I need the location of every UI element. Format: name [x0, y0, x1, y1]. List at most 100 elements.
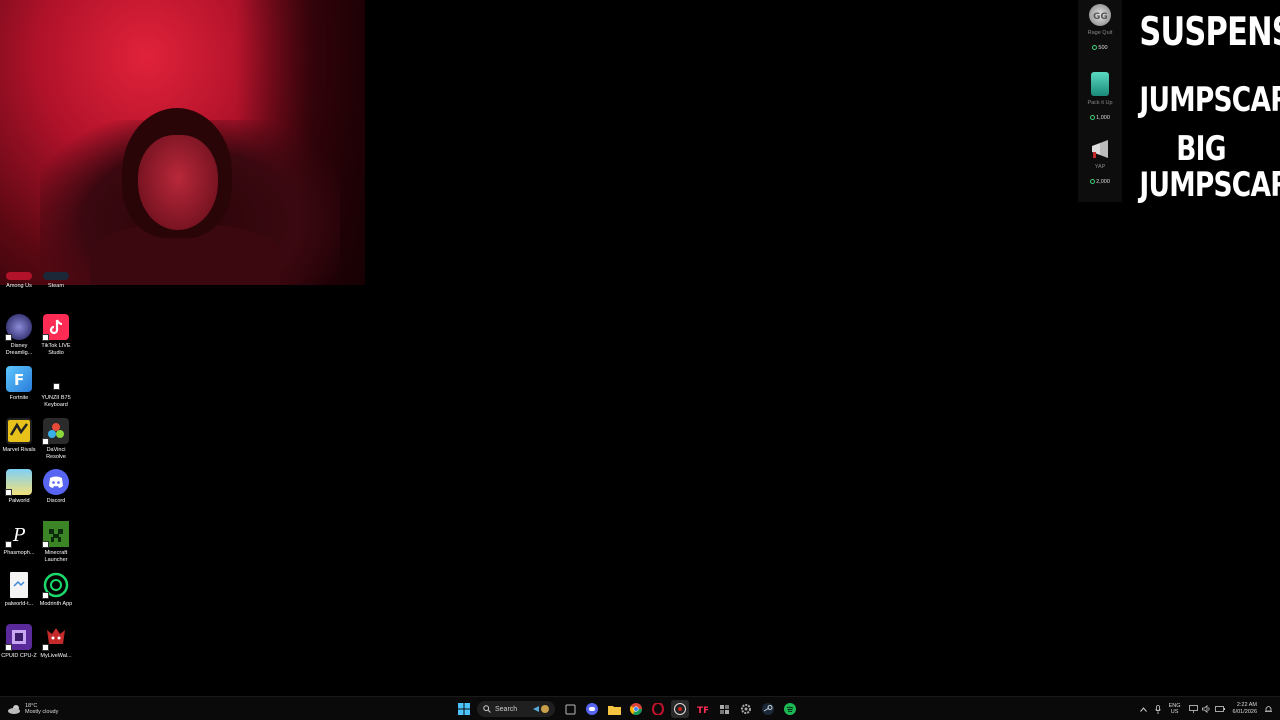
steam-icon — [43, 272, 69, 280]
settings-grid-icon — [719, 704, 729, 714]
clock-time: 2:22 AM — [1236, 702, 1257, 708]
microphone-icon — [1154, 704, 1161, 714]
reward-name: Rage Quit — [1087, 30, 1113, 36]
tiktok-live-icon — [42, 314, 69, 341]
taskbar-app-obs[interactable] — [671, 700, 689, 718]
taskbar-app-steam[interactable] — [759, 700, 777, 718]
bell-icon — [1265, 706, 1272, 712]
reward-rage-quit[interactable]: GG Rage Quit 500 — [1078, 4, 1122, 54]
desktop-icon-label: Disney Dreamlig... — [5, 343, 33, 356]
taskbar-app-spotify[interactable] — [781, 700, 799, 718]
phasmophobia-icon: P — [5, 521, 32, 548]
svg-text:P: P — [12, 525, 26, 546]
desktop-icon-marvel-rivals[interactable]: Marvel Rivals — [0, 418, 38, 454]
speaker-icon — [1201, 705, 1210, 713]
taskbar-app-discord[interactable] — [583, 700, 601, 718]
document-icon — [10, 572, 28, 598]
lang-bottom: US — [1170, 709, 1179, 715]
network-icon — [1188, 705, 1198, 713]
desktop-icon-disney-dreamlight[interactable]: Disney Dreamlig... — [0, 314, 38, 357]
chrome-icon — [630, 703, 642, 715]
search-icon — [483, 705, 491, 713]
reward-pack-it-up[interactable]: Pack it Up 1,000 — [1078, 72, 1122, 124]
davinci-resolve-icon — [42, 418, 69, 445]
reward-yap[interactable]: YAP 2,000 — [1078, 138, 1122, 188]
channel-points-icon — [1090, 115, 1096, 120]
taskbar-app-tiktok[interactable]: TF — [693, 700, 711, 718]
reward-name: Pack it Up — [1087, 100, 1113, 106]
cpuz-icon — [5, 624, 32, 651]
microphone-button[interactable] — [1154, 704, 1161, 714]
weather-desc: Mostly cloudy — [25, 709, 59, 715]
desktop-icon-fortnite[interactable]: F Fortnite — [0, 366, 38, 402]
desktop-icon-cpu-z[interactable]: CPUID CPU-Z — [0, 624, 38, 660]
notifications-button[interactable] — [1265, 705, 1272, 713]
task-view-button[interactable] — [561, 700, 579, 718]
volume-button[interactable] — [1201, 705, 1211, 713]
chevron-up-icon — [1139, 706, 1147, 712]
clock[interactable]: 2:22 AM 6/01/2026 — [1233, 702, 1257, 716]
show-hidden-icons-button[interactable] — [1139, 706, 1147, 712]
desktop-icon-davinci-resolve[interactable]: DaVinci Resolve — [37, 418, 75, 461]
taskbar-app-opera[interactable] — [649, 700, 667, 718]
language-indicator[interactable]: ENG US — [1169, 703, 1181, 715]
desktop-icon-label: TikTok LIVE Studio — [41, 343, 71, 356]
overlay-text-suspense: SUSPENSE — [1139, 10, 1280, 55]
steam-icon — [762, 703, 774, 715]
taskbar-app-chrome[interactable] — [627, 700, 645, 718]
among-us-icon — [6, 272, 32, 280]
desktop-icon-discord[interactable]: Discord — [37, 469, 75, 505]
taskbar-app-file-explorer[interactable] — [605, 700, 623, 718]
clock-date: 6/01/2026 — [1232, 709, 1257, 715]
desktop-icon-label: Marvel Rivals — [2, 447, 36, 453]
webcam-overlay — [0, 0, 365, 285]
weather-widget[interactable]: 18°C Mostly cloudy — [8, 700, 58, 718]
taskbar-apps: Search TF — [455, 700, 803, 718]
overlay-text-big-jumpscare: BIG JUMPSCARE — [1139, 129, 1280, 205]
desktop-icon-tiktok-live[interactable]: TikTok LIVE Studio — [37, 314, 75, 357]
trash-can-icon — [1091, 72, 1109, 96]
reward-cost: 500 — [1090, 44, 1109, 52]
taskbar-app-settings[interactable] — [737, 700, 755, 718]
system-tray: ENG US 2:22 AM 6/01/2026 — [1132, 700, 1272, 718]
spotify-icon — [784, 703, 796, 715]
palworld-icon — [5, 469, 32, 496]
taskbar: 18°C Mostly cloudy Search TF ENG US 2:22… — [0, 696, 1280, 720]
channel-points-icon — [1092, 45, 1098, 50]
battery-icon — [1214, 706, 1225, 712]
desktop-icon-palworld-file[interactable]: palworld-t... — [0, 572, 38, 608]
desktop-icon-steam[interactable]: Steam — [37, 272, 75, 290]
weather-text: 18°C Mostly cloudy — [25, 703, 58, 715]
desktop-icon-label: palworld-t... — [4, 601, 34, 607]
desktop-icon-label: Discord — [46, 498, 66, 504]
desktop-icon-yunzii-keyboard[interactable]: YUNZII B75 Keyboard — [37, 366, 75, 409]
battery-button[interactable] — [1214, 706, 1225, 712]
discord-icon — [586, 703, 598, 715]
gear-icon — [741, 704, 751, 714]
opera-icon — [652, 703, 664, 715]
desktop-icon-modrinth[interactable]: Modrinth App — [37, 572, 75, 608]
desktop-icon-label: DaVinci Resolve — [46, 447, 66, 460]
keyboard-icon — [43, 366, 69, 392]
desktop-icon-label: Palworld — [8, 498, 30, 504]
start-button[interactable] — [455, 700, 473, 718]
fortnite-icon: F — [6, 366, 32, 392]
desktop-icon-minecraft-launcher[interactable]: Minecraft Launcher — [37, 521, 75, 564]
network-button[interactable] — [1188, 705, 1198, 713]
channel-points-icon — [1090, 179, 1096, 184]
desktop-icon-phasmophobia[interactable]: P Phasmoph... — [0, 521, 38, 557]
cloudy-icon — [8, 705, 20, 714]
desktop-icon-label: Phasmoph... — [3, 550, 35, 556]
reward-name: YAP — [1094, 164, 1106, 170]
desktop-icon-palworld[interactable]: Palworld — [0, 469, 38, 505]
taskbar-app-tool[interactable] — [715, 700, 733, 718]
obs-icon — [674, 703, 686, 715]
discord-icon — [43, 469, 69, 495]
search-label: Search — [495, 705, 518, 713]
taskbar-search[interactable]: Search — [477, 701, 555, 717]
reward-cost: 2,000 — [1088, 178, 1112, 186]
megaphone-icon — [1089, 138, 1111, 160]
desktop-icon-among-us[interactable]: Among Us — [0, 272, 38, 290]
overlay-text-jumpscare: JUMPSCARE — [1139, 80, 1280, 120]
desktop-icon-mylivewallpaper[interactable]: MyLiveWal... — [37, 624, 75, 660]
